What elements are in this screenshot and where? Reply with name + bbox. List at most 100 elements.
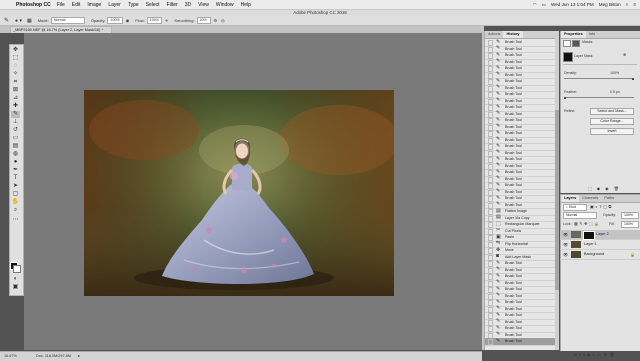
wifi-icon[interactable]: ◠	[533, 2, 537, 8]
smoothing-field[interactable]: 10%	[196, 17, 211, 24]
layer-mask-thumbnail-small[interactable]	[583, 231, 595, 240]
add-vector-mask-icon[interactable]: ⊕	[623, 52, 626, 57]
history-scroll-thumb[interactable]	[555, 110, 559, 290]
quick-mask-icon[interactable]: ◐	[11, 276, 20, 283]
tab-properties[interactable]: Properties	[561, 31, 586, 38]
zoom-level[interactable]: 16.67%	[4, 354, 17, 358]
toggle-mask-icon[interactable]: ◉	[605, 186, 611, 191]
history-snapshot-toggle[interactable]	[488, 339, 493, 345]
menu-layer[interactable]: Layer	[108, 2, 121, 8]
layer-thumbnail[interactable]	[571, 231, 581, 238]
app-menu[interactable]: Photoshop CC	[16, 2, 51, 8]
tab-history[interactable]: History	[503, 31, 523, 38]
type-tool-icon[interactable]: T	[11, 175, 20, 182]
feather-slider-handle[interactable]: ▲	[563, 95, 567, 100]
zoom-tool-icon[interactable]: ⌕	[11, 207, 20, 214]
screen-mode-icon[interactable]: ▣	[11, 284, 20, 291]
menu-3d[interactable]: 3D	[185, 2, 191, 8]
photo-canvas[interactable]	[84, 90, 394, 296]
layer-opacity-field[interactable]: 100%	[621, 212, 639, 219]
airbrush-icon[interactable]: ✈	[165, 18, 168, 23]
density-slider-handle[interactable]: ▲	[631, 76, 635, 81]
brush-icon[interactable]: ✎	[4, 17, 9, 24]
lasso-tool-icon[interactable]: ◌	[11, 63, 20, 70]
menu-view[interactable]: View	[198, 2, 209, 8]
layer-name[interactable]: Layer 1	[584, 242, 597, 246]
layer-row[interactable]: 👁 Layer 1	[560, 240, 640, 250]
menu-edit[interactable]: Edit	[72, 2, 81, 8]
hand-tool-icon[interactable]: ✋	[11, 199, 20, 206]
pen-tool-icon[interactable]: ✒	[11, 167, 20, 174]
frame-tool-icon[interactable]: ⊠	[11, 87, 20, 94]
layer-name[interactable]: Background	[584, 252, 604, 256]
menu-window[interactable]: Window	[216, 2, 234, 8]
visibility-eye-icon[interactable]: 👁	[563, 232, 568, 237]
menu-type[interactable]: Type	[128, 2, 139, 8]
flow-field[interactable]: 100%	[146, 17, 162, 24]
visibility-eye-icon[interactable]: 👁	[563, 242, 568, 247]
tab-info[interactable]: Info	[586, 31, 598, 38]
smoothing-gear-icon[interactable]: ⚙	[214, 18, 218, 23]
crop-tool-icon[interactable]: ⌗	[11, 79, 20, 86]
menu-image[interactable]: Image	[87, 2, 101, 8]
feather-slider[interactable]	[564, 97, 634, 98]
color-range-button[interactable]: Color Range...	[590, 118, 634, 125]
move-tool-icon[interactable]: ✥	[11, 47, 20, 54]
lock-all-icon[interactable]: 🔒	[594, 221, 600, 226]
brush-tool-icon[interactable]: ✎	[11, 111, 20, 118]
apple-icon[interactable]	[5, 2, 11, 8]
pixel-mask-icon[interactable]	[563, 40, 571, 47]
tab-paths[interactable]: Paths	[601, 195, 617, 202]
menu-file[interactable]: File	[57, 2, 65, 8]
user-name[interactable]: Meg Bitton	[599, 2, 621, 7]
shape-tool-icon[interactable]: ▢	[11, 191, 20, 198]
tab-actions[interactable]: Actions	[485, 31, 503, 38]
layer-filter-kind[interactable]: ⌕ Kind	[563, 204, 587, 211]
eyedropper-tool-icon[interactable]: ⊿	[11, 95, 20, 102]
layer-thumbnail[interactable]	[571, 251, 581, 258]
history-item[interactable]: ✎ Brush Tool	[485, 338, 556, 346]
select-and-mask-button[interactable]: Select and Mask...	[590, 108, 634, 115]
more-tools-icon[interactable]: ⋯	[11, 217, 20, 224]
pressure-opacity-icon[interactable]: ◉	[126, 18, 130, 23]
battery-icon[interactable]: ▭	[542, 2, 546, 8]
opacity-field[interactable]: 100%	[107, 17, 123, 24]
healing-brush-tool-icon[interactable]: ✚	[11, 103, 20, 110]
layer-mask-thumbnail[interactable]	[563, 52, 573, 62]
marquee-tool-icon[interactable]: ⬚	[11, 55, 20, 62]
apply-mask-icon[interactable]: ◆	[597, 186, 602, 191]
history-brush-tool-icon[interactable]: ↺	[11, 127, 20, 134]
document-tab[interactable]: _MBP9169.NEF @ 16.7% (Layer 2, Layer Mas…	[10, 26, 112, 33]
brush-preset-picker[interactable]: ● ▾	[15, 18, 22, 24]
clone-stamp-tool-icon[interactable]: ⊥	[11, 119, 20, 126]
tab-layers[interactable]: Layers	[561, 195, 580, 202]
visibility-eye-icon[interactable]: 👁	[563, 252, 568, 257]
pressure-size-icon[interactable]: ◎	[221, 18, 225, 23]
doc-info[interactable]: Doc: 118.0M/297.8M	[36, 354, 71, 358]
gradient-tool-icon[interactable]: ▤	[11, 143, 20, 150]
layer-name[interactable]: Layer 2	[596, 232, 609, 236]
invert-button[interactable]: Invert	[590, 128, 634, 135]
load-selection-icon[interactable]: ⬚	[588, 186, 594, 191]
delete-mask-icon[interactable]: 🗑	[614, 186, 621, 191]
blend-mode-select[interactable]: Normal	[563, 212, 597, 219]
brush-settings-icon[interactable]: ▦	[27, 18, 32, 24]
delete-layer-icon[interactable]: 🗑	[609, 352, 617, 357]
search-icon[interactable]: ⌕	[626, 2, 629, 7]
tab-channels[interactable]: Channels	[579, 195, 601, 202]
menu-help[interactable]: Help	[241, 2, 251, 8]
background-color-swatch[interactable]	[13, 265, 21, 273]
dodge-tool-icon[interactable]: ●	[11, 159, 20, 166]
layer-thumbnail[interactable]	[571, 241, 581, 248]
layer-row[interactable]: 👁 Background 🔒	[560, 250, 640, 260]
menu-select[interactable]: Select	[146, 2, 160, 8]
mode-select[interactable]: Normal	[50, 17, 85, 24]
quick-select-tool-icon[interactable]: ✧	[11, 71, 20, 78]
eraser-tool-icon[interactable]: ▭	[11, 135, 20, 142]
path-select-tool-icon[interactable]: ➤	[11, 183, 20, 190]
feather-value[interactable]: 0.0 px	[610, 90, 620, 94]
blur-tool-icon[interactable]: ◍	[11, 151, 20, 158]
layer-row[interactable]: 👁 Layer 2	[560, 230, 640, 240]
fill-field[interactable]: 100%	[621, 221, 639, 228]
filter-smart-icon[interactable]: ⧉	[608, 204, 612, 209]
